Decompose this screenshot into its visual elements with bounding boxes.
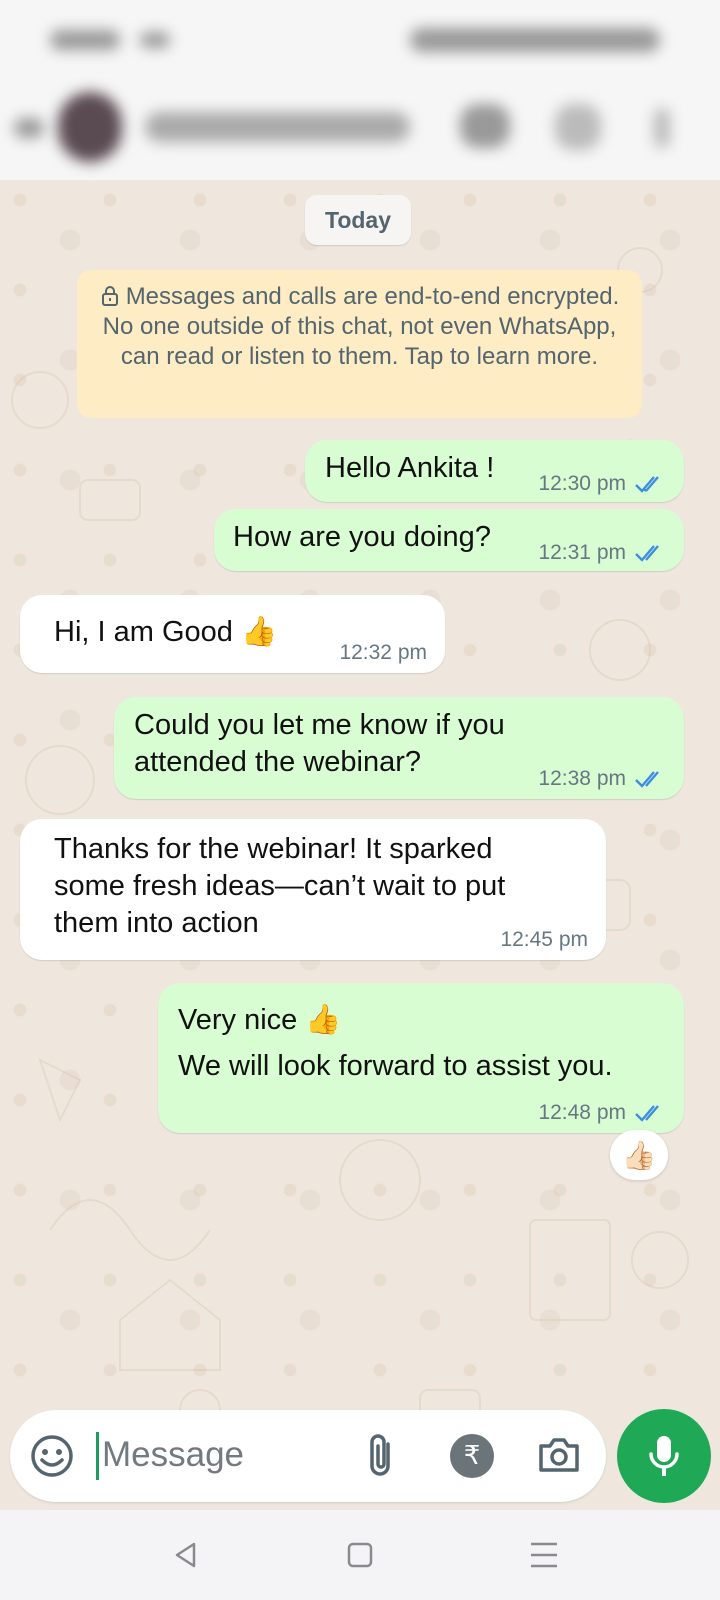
message-text: Hi, I am Good 👍 — [54, 616, 278, 648]
rupee-icon[interactable]: ₹ — [450, 1434, 494, 1478]
double-check-icon — [635, 1105, 659, 1122]
back-icon[interactable] — [14, 118, 44, 138]
double-check-icon — [635, 476, 659, 493]
message-time: 12:48 pm — [538, 1101, 626, 1124]
message-input[interactable] — [102, 1426, 332, 1484]
message-text: Very nice 👍 We will look forward to assi… — [178, 1004, 613, 1082]
message-time: 12:38 pm — [538, 767, 626, 790]
back-nav-icon[interactable] — [163, 1532, 209, 1578]
message-bubble-outgoing[interactable]: Hello Ankita ! 12:30 pm — [305, 440, 684, 502]
message-bubble-outgoing[interactable]: How are you doing? 12:31 pm — [214, 509, 684, 571]
encryption-notice[interactable]: Messages and calls are end-to-end encryp… — [77, 270, 642, 418]
message-time: 12:32 pm — [339, 641, 427, 664]
status-bar — [0, 0, 720, 80]
camera-icon[interactable] — [536, 1432, 582, 1478]
message-text: Hello Ankita ! — [325, 452, 495, 484]
message-bubble-outgoing[interactable]: Could you let me know if you attended th… — [114, 697, 684, 799]
message-time: 12:45 pm — [500, 928, 588, 951]
voice-call-icon[interactable] — [555, 104, 601, 150]
mic-icon — [649, 1436, 679, 1476]
emoji-icon[interactable] — [30, 1434, 74, 1478]
message-text: Thanks for the webinar! It sparked some … — [54, 833, 506, 939]
text-cursor — [96, 1432, 99, 1480]
chat-header — [0, 80, 720, 180]
date-divider: Today — [305, 195, 411, 245]
video-call-icon[interactable] — [460, 104, 510, 148]
message-bubble-outgoing[interactable]: Very nice 👍 We will look forward to assi… — [158, 983, 684, 1133]
home-nav-icon[interactable] — [337, 1532, 383, 1578]
paperclip-icon[interactable] — [362, 1432, 402, 1480]
double-check-icon — [635, 771, 659, 788]
message-bubble-incoming[interactable]: Thanks for the webinar! It sparked some … — [20, 819, 606, 960]
menu-nav-icon[interactable] — [521, 1532, 567, 1578]
message-composer: ₹ — [10, 1410, 606, 1502]
message-text: Could you let me know if you attended th… — [134, 709, 505, 778]
encryption-notice-text: Messages and calls are end-to-end encryp… — [102, 283, 620, 370]
message-bubble-incoming[interactable]: Hi, I am Good 👍 12:32 pm — [20, 595, 445, 673]
double-check-icon — [635, 545, 659, 562]
system-navigation-bar — [0, 1510, 720, 1600]
message-reaction[interactable]: 👍🏻 — [610, 1130, 668, 1180]
message-time: 12:30 pm — [538, 472, 626, 495]
message-time: 12:31 pm — [538, 541, 626, 564]
lock-icon — [101, 286, 118, 306]
message-text: How are you doing? — [233, 521, 491, 553]
contact-name[interactable] — [145, 112, 410, 142]
more-options-icon[interactable] — [654, 108, 670, 148]
mic-button[interactable] — [617, 1409, 711, 1503]
contact-avatar[interactable] — [58, 92, 122, 162]
